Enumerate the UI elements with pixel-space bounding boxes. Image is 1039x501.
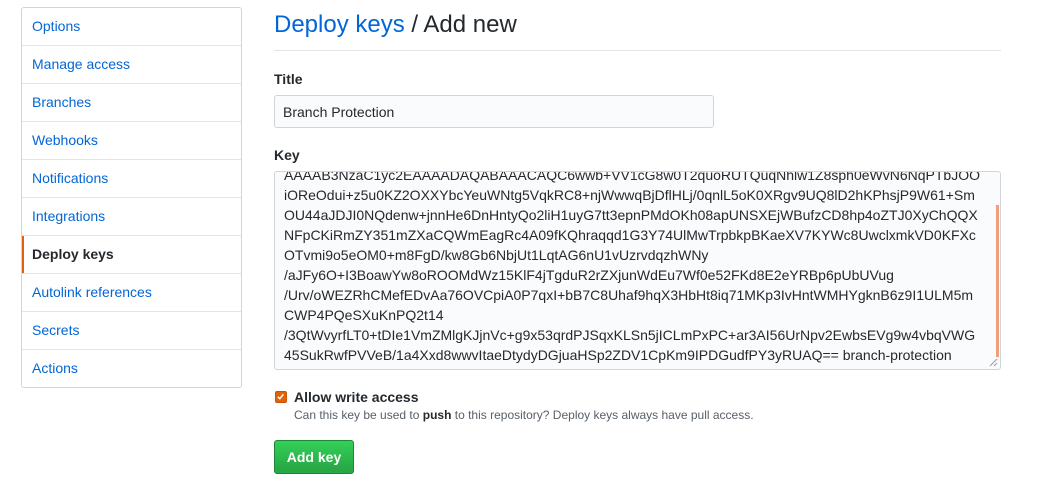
key-label: Key xyxy=(274,147,300,163)
checkmark-icon xyxy=(277,393,284,400)
breadcrumb-deploy-keys-link[interactable]: Deploy keys xyxy=(274,11,405,38)
sidebar-item-manage-access[interactable]: Manage access xyxy=(22,46,241,84)
key-scrollbar[interactable] xyxy=(996,205,999,357)
key-line: AAAAB3NzaC1yc2EAAAADAQABAAACAQC6wwb+VV1c… xyxy=(284,171,981,183)
main-content: Deploy keys / Add new Title Key AAAAB3Nz… xyxy=(274,0,1001,474)
key-line: OTvmi9o5eOM0+m8FgD/kw8Gb6NbjUt1LqtAG6nU1… xyxy=(284,247,709,263)
key-line: iOReOdui+z5u0KZ2OXXYbcYeuWNtg5VqkRC8+njW… xyxy=(284,187,975,203)
sidebar-item-webhooks[interactable]: Webhooks xyxy=(22,122,241,160)
note-text-before: Can this key be used to xyxy=(294,408,423,422)
sidebar-item-options[interactable]: Options xyxy=(22,8,241,46)
title-label: Title xyxy=(274,71,303,87)
sidebar-item-autolink-references[interactable]: Autolink references xyxy=(22,274,241,312)
key-line: NFpCKiRmZY351mZXaCQWmEagRc4A09fKQhraqqd1… xyxy=(284,227,976,243)
sidebar-item-deploy-keys[interactable]: Deploy keys xyxy=(22,236,241,274)
page-header: Deploy keys / Add new xyxy=(274,0,1001,51)
key-line: OU44aJDJI0NQdenw+jnnHe6DnHntyQo2liH1uyG7… xyxy=(284,207,978,223)
key-line: /aJFy6O+I3BoawYw8oROOMdWz15KlF4jTgduR2rZ… xyxy=(284,267,894,283)
sidebar-item-notifications[interactable]: Notifications xyxy=(22,160,241,198)
settings-sidebar: Options Manage access Branches Webhooks Noti… xyxy=(21,7,242,388)
note-text-push: push xyxy=(422,408,452,422)
resize-handle-icon[interactable] xyxy=(989,358,998,367)
allow-write-checkbox[interactable] xyxy=(275,391,287,403)
sidebar-item-secrets[interactable]: Secrets xyxy=(22,312,241,350)
note-text-after: to this repository? Deploy keys always h… xyxy=(451,408,754,422)
sidebar-item-integrations[interactable]: Integrations xyxy=(22,198,241,236)
sidebar-item-branches[interactable]: Branches xyxy=(22,84,241,122)
key-line: /3QtWvyrfLT0+tDIe1VmZMlgKJjnVc+g9x53qrdP… xyxy=(284,327,976,343)
key-textarea[interactable]: AAAAB3NzaC1yc2EAAAADAQABAAACAQC6wwb+VV1c… xyxy=(274,171,1001,370)
breadcrumb-separator: / xyxy=(404,11,424,38)
key-text: AAAAB3NzaC1yc2EAAAADAQABAAACAQC6wwb+VV1c… xyxy=(284,171,984,365)
key-line: 45SukRwfPVVeB/1a4Xxd8wwvItaeDtydyDGjuaHS… xyxy=(284,347,952,363)
page-title: Add new xyxy=(423,11,517,38)
allow-write-label[interactable]: Allow write access xyxy=(294,389,419,405)
sidebar-item-actions[interactable]: Actions xyxy=(22,350,241,387)
title-input[interactable] xyxy=(274,95,714,128)
add-key-button[interactable]: Add key xyxy=(274,440,354,474)
key-line: /Urv/oWEZRhCMefEDvAa76OVCpiA0P7qxI+bB7C8… xyxy=(284,287,974,303)
key-line: CWP4PQeSXuKnPQ2t14 xyxy=(284,307,444,323)
allow-write-note: Can this key be used to push to this rep… xyxy=(294,408,754,422)
